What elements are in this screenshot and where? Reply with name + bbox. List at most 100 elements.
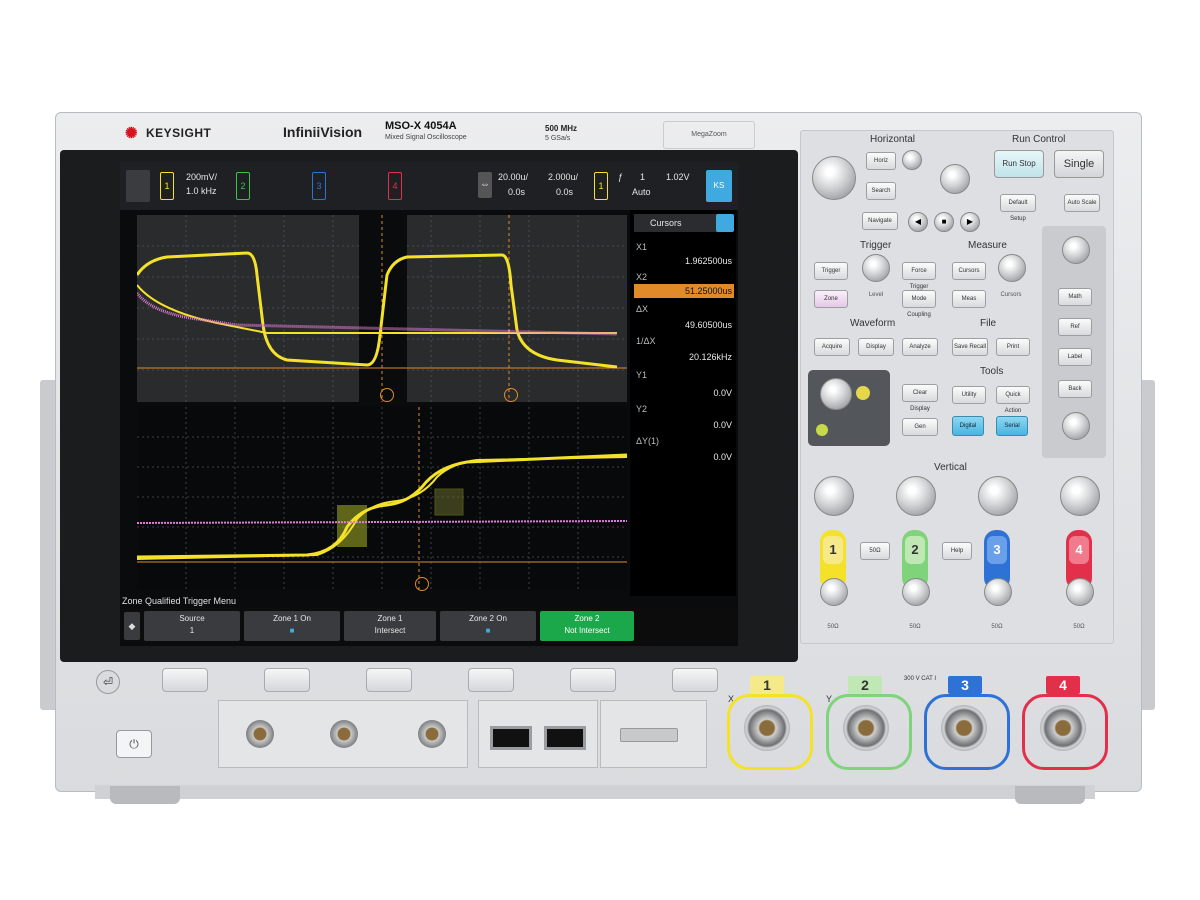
softkey-zone2-mode[interactable]: Zone 2 Not Intersect [540, 611, 634, 641]
y2-label: Y2 [636, 404, 648, 414]
horizontal-section-title: Horizontal [866, 134, 920, 145]
ch3-indicator[interactable]: 3 [312, 172, 326, 200]
nav-stop-icon[interactable]: ■ [934, 212, 954, 232]
hw-softkey-6[interactable] [672, 668, 718, 692]
ch4-scale-knob[interactable] [1060, 476, 1100, 516]
run-stop-button[interactable]: Run Stop [994, 150, 1044, 178]
trigger-level-knob[interactable] [862, 254, 890, 282]
ch2-position-knob[interactable] [902, 578, 930, 606]
ch2-indicator[interactable]: 2 [236, 172, 250, 200]
mode-coupling-button[interactable]: Mode Coupling [902, 290, 936, 318]
clear-display-button[interactable]: Clear Display [902, 384, 938, 412]
ch1-position-knob[interactable] [820, 578, 848, 606]
vertical-section-title: Vertical [930, 462, 971, 473]
navigate-button[interactable]: Navigate [862, 212, 898, 230]
module-slot[interactable] [620, 728, 678, 742]
ch2-bnc[interactable] [843, 705, 889, 751]
power-button[interactable]: ⏻ [116, 730, 152, 758]
ch2-scale-knob[interactable] [896, 476, 936, 516]
ch1-50-button[interactable]: 50Ω [860, 542, 890, 560]
aux-bnc-1[interactable] [246, 720, 274, 748]
aux-bnc-2[interactable] [330, 720, 358, 748]
softkey-zone1-on[interactable]: Zone 1 On ■ [244, 611, 340, 641]
inv-dx-label: 1/ΔX [636, 336, 656, 346]
softkey-source[interactable]: Source 1 [144, 611, 240, 641]
aux-bnc-3[interactable] [418, 720, 446, 748]
back-button[interactable]: ⏎ [96, 670, 120, 694]
usb-port-1[interactable] [490, 726, 532, 750]
utility-button[interactable]: Utility [952, 386, 986, 404]
label-button[interactable]: Label [1058, 348, 1092, 366]
print-button[interactable]: Print [996, 338, 1030, 356]
ch1-indicator[interactable]: 1 [160, 172, 174, 200]
back-up-icon[interactable] [816, 424, 828, 436]
cursor-panel [630, 210, 736, 596]
cursor-settings-icon[interactable] [716, 214, 734, 232]
zoom-icon[interactable]: ⇔ [478, 172, 492, 198]
ch1-bnc[interactable] [744, 705, 790, 751]
hw-softkey-3[interactable] [366, 668, 412, 692]
force-trigger-button[interactable]: Force Trigger [902, 262, 936, 290]
meas-button[interactable]: Meas [952, 290, 986, 308]
math-button[interactable]: Math [1058, 288, 1092, 306]
ch4-bnc[interactable] [1040, 705, 1086, 751]
ch3-position-knob[interactable] [984, 578, 1012, 606]
single-button[interactable]: Single [1054, 150, 1104, 178]
acquire-button[interactable]: Acquire [814, 338, 850, 356]
cursor-x1-marker[interactable] [380, 388, 394, 402]
zoom-trigger-marker[interactable] [415, 577, 429, 591]
intensity-knob[interactable] [1062, 236, 1090, 264]
hw-softkey-5[interactable] [570, 668, 616, 692]
softkey-zone1-mode[interactable]: Zone 1 Intersect [344, 611, 436, 641]
ch4-position-knob[interactable] [1066, 578, 1094, 606]
nav-back-icon[interactable]: ◀ [908, 212, 928, 232]
quick-action-button[interactable]: Quick Action [996, 386, 1030, 414]
help-button[interactable]: Help [942, 542, 972, 560]
trigger-mode: Auto [632, 187, 651, 197]
auto-scale-button[interactable]: Auto Scale [1064, 194, 1100, 212]
hw-softkey-1[interactable] [162, 668, 208, 692]
horizontal-position-knob[interactable] [940, 164, 970, 194]
save-recall-button[interactable]: Save Recall [952, 338, 988, 356]
softkey-zone2-on[interactable]: Zone 2 On ■ [440, 611, 536, 641]
cursor-x2-marker[interactable] [504, 388, 518, 402]
model-subtitle: Mixed Signal Oscilloscope [385, 134, 467, 141]
ch4-indicator[interactable]: 4 [388, 172, 402, 200]
trigger-source[interactable]: 1 [594, 172, 608, 200]
analyze-button[interactable]: Analyze [902, 338, 938, 356]
usb-port-2[interactable] [544, 726, 586, 750]
menu-up-icon[interactable]: ◆ [124, 612, 140, 640]
ch3-bnc[interactable] [941, 705, 987, 751]
nav-forward-icon[interactable]: ▶ [960, 212, 980, 232]
zoom-button[interactable] [902, 150, 922, 170]
digital-button[interactable]: Digital [952, 416, 984, 436]
ch1-scale-knob[interactable] [814, 476, 854, 516]
horizontal-scale-knob[interactable] [812, 156, 856, 200]
wavegen-button[interactable]: Gen [902, 418, 938, 436]
trigger-button[interactable]: Trigger [814, 262, 848, 280]
x2-value: 51.25000us [684, 286, 732, 296]
ch4-key[interactable]: 4 [1069, 536, 1089, 564]
ch1-key[interactable]: 1 [823, 536, 843, 564]
ch3-key[interactable]: 3 [987, 536, 1007, 564]
main-waveform-area [137, 215, 627, 402]
ref-button[interactable]: Ref [1058, 318, 1092, 336]
hw-softkey-2[interactable] [264, 668, 310, 692]
horiz-button[interactable]: Horiz [866, 152, 896, 170]
back-key[interactable]: Back [1058, 380, 1092, 398]
menu-select-knob[interactable] [1062, 412, 1090, 440]
serial-button[interactable]: Serial [996, 416, 1028, 436]
entry-knob[interactable] [820, 378, 852, 410]
hw-softkey-4[interactable] [468, 668, 514, 692]
default-setup-button[interactable]: Default Setup [1000, 194, 1036, 222]
search-button[interactable]: Search [866, 182, 896, 200]
cursors-knob[interactable] [998, 254, 1026, 282]
ch2-key[interactable]: 2 [905, 536, 925, 564]
ch3-scale-knob[interactable] [978, 476, 1018, 516]
ch1-input-label: 1 [750, 676, 784, 694]
display-button[interactable]: Display [858, 338, 894, 356]
zone-button[interactable]: Zone [814, 290, 848, 308]
cursors-button[interactable]: Cursors [952, 262, 986, 280]
menu-button[interactable] [126, 170, 150, 202]
run-control-title: Run Control [1008, 134, 1070, 145]
